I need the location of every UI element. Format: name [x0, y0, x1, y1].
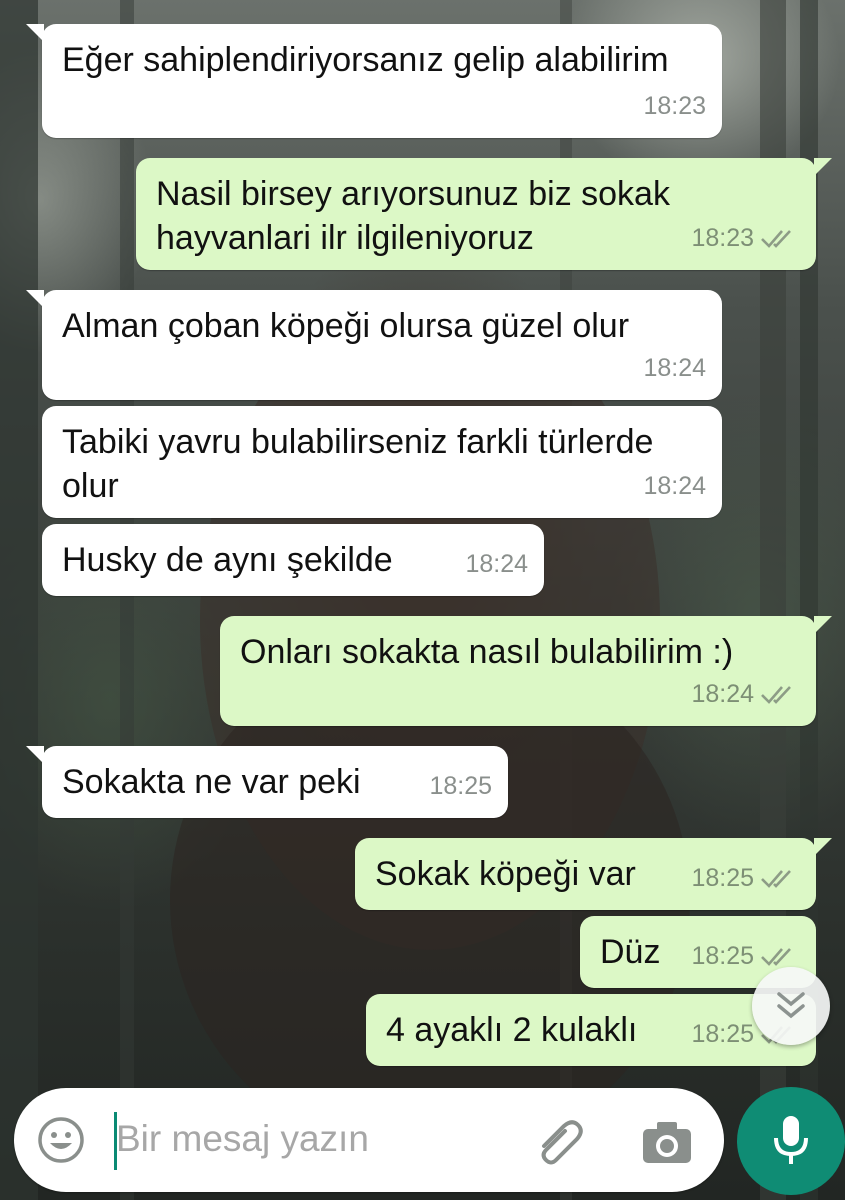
message-text: Husky de aynı şekilde — [62, 541, 393, 579]
read-ticks-icon — [761, 870, 791, 888]
message-time: 18:25 — [691, 942, 754, 970]
message-meta: 18:24 — [643, 464, 706, 508]
message-text: Tabiki yavru bulabilirseniz farkli türle… — [62, 423, 654, 505]
read-ticks-icon — [761, 686, 791, 704]
message-meta: 18:24 — [691, 672, 800, 716]
message-bubble-incoming[interactable]: Tabiki yavru bulabilirseniz farkli türle… — [42, 406, 722, 518]
mic-icon — [774, 1116, 808, 1164]
message-meta: 18:25 — [429, 764, 492, 808]
message-text: Eğer sahiplendiriyorsanız gelip alabilir… — [62, 41, 669, 79]
message-meta: 18:24 — [465, 542, 528, 586]
message-time: 18:24 — [691, 680, 754, 708]
message-time: 18:23 — [643, 92, 706, 120]
message-text: Sokakta ne var peki — [62, 763, 361, 801]
message-bubble-incoming[interactable]: Sokakta ne var peki 18:25 — [26, 746, 508, 818]
double-chevron-down-icon — [777, 992, 805, 1019]
emoji-icon[interactable] — [36, 1115, 86, 1165]
message-input[interactable]: Bir mesaj yazın — [116, 1118, 369, 1160]
message-meta: 18:23 — [691, 216, 800, 260]
message-bubble-outgoing[interactable]: 4 ayaklı 2 kulaklı 18:25 — [366, 994, 816, 1066]
message-bubble-outgoing[interactable]: Sokak köpeği var 18:25 — [355, 838, 832, 910]
read-ticks-icon — [761, 230, 791, 248]
camera-icon[interactable] — [640, 1118, 694, 1166]
message-time: 18:25 — [429, 772, 492, 800]
message-bubble-incoming[interactable]: Husky de aynı şekilde 18:24 — [42, 524, 544, 596]
message-composer: Bir mesaj yazın — [14, 1088, 724, 1192]
message-time: 18:24 — [643, 354, 706, 382]
voice-message-button[interactable] — [737, 1087, 845, 1195]
message-meta: 18:25 — [691, 856, 800, 900]
scroll-to-bottom-button[interactable] — [752, 967, 830, 1045]
read-ticks-icon — [761, 948, 791, 966]
message-text: Onları sokakta nasıl bulabilirim :) — [240, 633, 734, 671]
message-bubble-incoming[interactable]: Eğer sahiplendiriyorsanız gelip alabilir… — [26, 24, 722, 138]
attach-icon[interactable] — [534, 1116, 588, 1168]
message-meta: 18:24 — [643, 346, 706, 390]
message-time: 18:25 — [691, 864, 754, 892]
message-meta: 18:23 — [643, 84, 706, 128]
message-time: 18:24 — [465, 550, 528, 578]
message-time: 18:23 — [691, 224, 754, 252]
message-bubble-outgoing[interactable]: Onları sokakta nasıl bulabilirim :) 18:2… — [220, 616, 832, 726]
message-text: Alman çoban köpeği olursa güzel olur — [62, 307, 630, 345]
message-bubble-outgoing[interactable]: Nasil birsey arıyorsunuz biz sokak hayva… — [136, 158, 832, 270]
message-bubble-incoming[interactable]: Alman çoban köpeği olursa güzel olur 18:… — [26, 290, 722, 400]
message-time: 18:24 — [643, 472, 706, 500]
message-time: 18:25 — [691, 1020, 754, 1048]
